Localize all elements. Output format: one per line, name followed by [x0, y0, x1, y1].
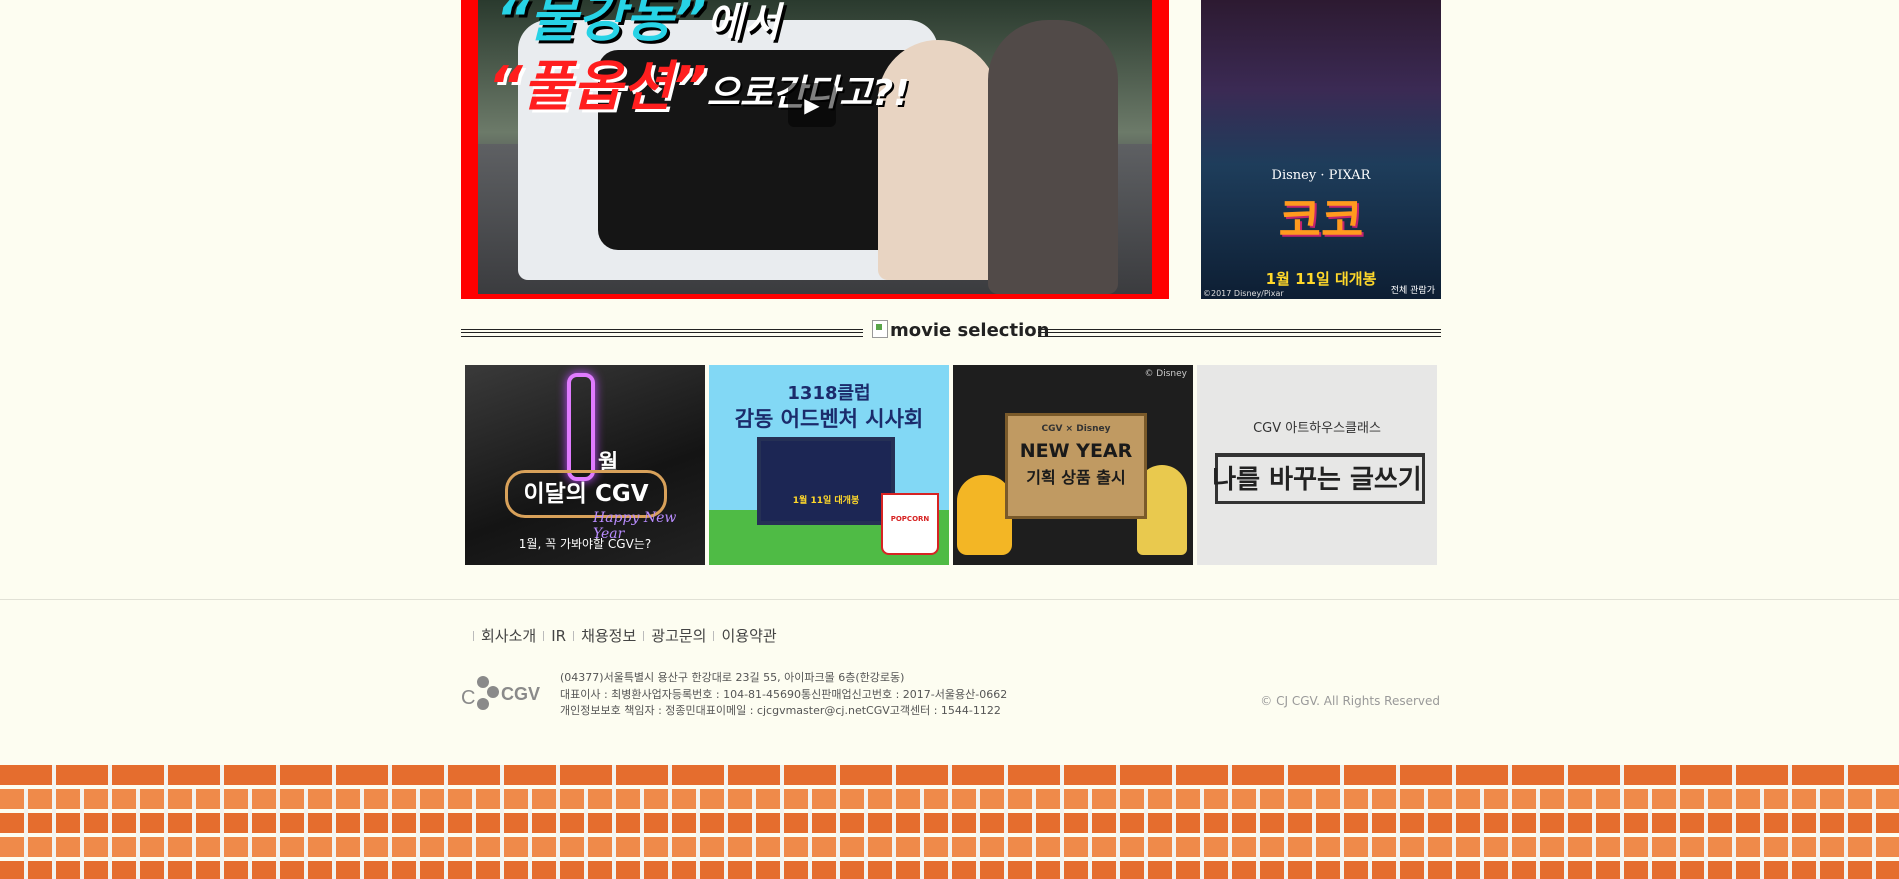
banner3-disney-copyright: © Disney — [1144, 369, 1187, 379]
section-title-movie-selection: movie selection — [872, 320, 1049, 341]
footer-link-terms[interactable]: 이용약관 — [721, 625, 776, 646]
banner3-title2: 기획 상품 출시 — [1026, 468, 1126, 487]
footer-copyright: © CJ CGV. All Rights Reserved — [1260, 694, 1440, 708]
nav-separator — [473, 630, 474, 641]
video-thumbnail[interactable]: “물강동”에서 “풀옵션”으로간다고?! ▶ — [478, 0, 1152, 294]
section-divider-right — [1038, 329, 1441, 337]
banner-monthly-cgv[interactable]: 월 이달의 CGV Happy New Year 1월, 꼭 가봐야할 CGV는… — [465, 365, 705, 565]
nav-separator — [543, 630, 545, 641]
banner1-caption: 1월, 꼭 가봐야할 CGV는? — [518, 537, 652, 551]
pooh-icon — [957, 475, 1012, 555]
footer-link-careers[interactable]: 채용정보 — [581, 625, 636, 646]
address-line: (04377)서울특별시 용산구 한강대로 23길 55, 아이파크몰 6층(한… — [560, 671, 905, 684]
section-divider-left — [461, 329, 863, 337]
banner2-screen-text: 1월 11일 대개봉 — [792, 496, 860, 506]
footer-nav: 회사소개 IR 채용정보 광고문의 이용약관 — [466, 625, 777, 646]
video-person-2 — [988, 20, 1118, 294]
movie-poster-coco[interactable]: Disney · PIXAR 코코 1월 11일 대개봉 ©2017 Disne… — [1201, 0, 1441, 299]
poster-copyright: ©2017 Disney/Pixar — [1203, 289, 1284, 298]
nav-separator — [643, 630, 645, 641]
cj-cgv-logo: C CGV — [461, 676, 540, 710]
video-headline-2: “풀옵션”으로간다고?! — [488, 55, 910, 118]
logo-cgv: CGV — [501, 684, 540, 704]
banner3-sign: CGV × Disney NEW YEAR 기획 상품 출시 — [1005, 413, 1147, 519]
banner4-brand: CGV 아트하우스클래스 — [1253, 421, 1381, 436]
poster-title: 코코 — [1278, 193, 1364, 247]
broken-image-icon — [872, 320, 888, 338]
play-icon[interactable]: ▶ — [788, 83, 836, 127]
popcorn-label: POPCORN — [890, 515, 930, 523]
address-line: 개인정보보호 책임자 : 정종민대표이메일 : cjcgvmaster@cj.n… — [560, 704, 1001, 717]
banner4-title: 나를 바꾸는 글쓰기 — [1212, 465, 1422, 495]
video-player[interactable]: “물강동”에서 “풀옵션”으로간다고?! ▶ — [461, 0, 1169, 299]
banner2-title: 감동 어드벤처 시사회 — [734, 407, 924, 431]
banner-1318-club[interactable]: 1318클럽 감동 어드벤처 시사회 1월 11일 대개봉 POPCORN — [709, 365, 949, 565]
popcorn-icon: POPCORN — [881, 493, 939, 555]
footer-address: (04377)서울특별시 용산구 한강대로 23길 55, 아이파크몰 6층(한… — [560, 670, 1007, 720]
nav-separator — [573, 630, 575, 641]
neon-one-icon — [567, 373, 595, 481]
footer-link-advertising[interactable]: 광고문의 — [651, 625, 706, 646]
banner2-screen: 1월 11일 대개봉 — [757, 437, 895, 525]
banner2-club: 1318클럽 — [787, 383, 871, 404]
address-line: 대표이사 : 최병환사업자등록번호 : 104-81-45690통신판매업신고번… — [560, 687, 1008, 701]
banner-cgv-disney[interactable]: © Disney CGV × Disney NEW YEAR 기획 상품 출시 — [953, 365, 1193, 565]
logo-cj: C — [461, 687, 475, 709]
banner-arthouse-class[interactable]: CGV 아트하우스클래스 나를 바꾸는 글쓰기 — [1197, 365, 1437, 565]
banner3-brand: CGV × Disney — [1041, 424, 1111, 434]
brick-wall-decoration-offset — [0, 789, 1899, 879]
footer-divider — [0, 599, 1899, 600]
footer-link-company[interactable]: 회사소개 — [481, 625, 536, 646]
poster-rating: 전체 관람가 — [1390, 286, 1435, 296]
poster-brand: Disney · PIXAR — [1271, 168, 1371, 183]
footer-link-ir[interactable]: IR — [551, 627, 566, 645]
banner3-title1: NEW YEAR — [1019, 440, 1133, 462]
nav-separator — [713, 630, 715, 641]
